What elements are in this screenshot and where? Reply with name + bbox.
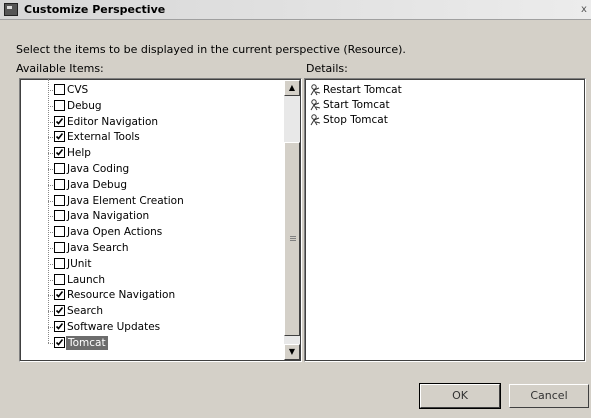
tree-connector-branch xyxy=(48,343,53,344)
tree-connector-branch xyxy=(48,232,53,233)
tree-connector-branch xyxy=(48,90,53,91)
instruction-text: Select the items to be displayed in the … xyxy=(16,43,406,56)
tree-connector-line xyxy=(48,79,49,343)
tree-item-label: JUnit xyxy=(67,258,92,270)
unchecked-checkbox[interactable] xyxy=(54,84,65,95)
tree-item-label: Editor Navigation xyxy=(67,116,159,128)
unchecked-checkbox[interactable] xyxy=(54,179,65,190)
tree-connector-branch xyxy=(48,264,53,265)
checked-checkbox[interactable] xyxy=(54,116,65,127)
tree-item-label: Tomcat xyxy=(66,336,108,350)
tree-connector-branch xyxy=(48,280,53,281)
tree-item-label: Java Debug xyxy=(67,179,128,191)
tree-connector-branch xyxy=(48,295,53,296)
checked-checkbox[interactable] xyxy=(54,337,65,348)
unchecked-checkbox[interactable] xyxy=(54,100,65,111)
unchecked-checkbox[interactable] xyxy=(54,258,65,269)
customize-perspective-dialog: Customize Perspective x Select the items… xyxy=(0,0,591,418)
unchecked-checkbox[interactable] xyxy=(54,195,65,206)
grip-line xyxy=(290,236,296,237)
tree-item-label: Java Search xyxy=(67,242,129,254)
scroll-thumb[interactable] xyxy=(284,142,300,336)
detail-item-label: Start Tomcat xyxy=(323,99,390,111)
tree-connector-branch xyxy=(48,153,53,154)
title-bar[interactable]: Customize Perspective x xyxy=(0,0,591,20)
details-list[interactable]: Restart Tomcat Start Tomcat Stop Tomcat xyxy=(304,78,586,362)
checked-checkbox[interactable] xyxy=(54,305,65,316)
detail-item-label: Restart Tomcat xyxy=(323,84,402,96)
checked-checkbox[interactable] xyxy=(54,321,65,332)
tree-item-label: Help xyxy=(67,147,91,159)
tree-connector-branch xyxy=(48,311,53,312)
tree-item-label: CVS xyxy=(67,84,89,96)
unchecked-checkbox[interactable] xyxy=(54,274,65,285)
unchecked-checkbox[interactable] xyxy=(54,242,65,253)
tree-connector-branch xyxy=(48,327,53,328)
tree-connector-branch xyxy=(48,106,53,107)
unchecked-checkbox[interactable] xyxy=(54,226,65,237)
details-label: Details: xyxy=(306,62,348,75)
close-icon[interactable]: x xyxy=(579,4,589,16)
detail-item-label: Stop Tomcat xyxy=(323,114,388,126)
tree-item-label: Debug xyxy=(67,100,102,112)
checked-checkbox[interactable] xyxy=(54,131,65,142)
scroll-up-arrow-icon[interactable]: ▲ xyxy=(284,80,300,96)
tree-item-label: Java Element Creation xyxy=(67,195,184,207)
tree-item-label: External Tools xyxy=(67,131,140,143)
window-title: Customize Perspective xyxy=(24,3,166,16)
cancel-button[interactable]: Cancel xyxy=(509,384,589,408)
checked-checkbox[interactable] xyxy=(54,289,65,300)
tomcat-action-icon xyxy=(310,114,321,126)
grip-line xyxy=(290,238,296,239)
window-icon xyxy=(4,3,18,16)
tree-item-label: Java Coding xyxy=(67,163,130,175)
tree-item-label: Search xyxy=(67,305,104,317)
tree-connector-branch xyxy=(48,137,53,138)
tomcat-action-icon xyxy=(310,99,321,111)
tree-item-label: Software Updates xyxy=(67,321,161,333)
tree-item-label: Resource Navigation xyxy=(67,289,176,301)
grip-line xyxy=(290,240,296,241)
tree-connector-branch xyxy=(48,216,53,217)
scroll-down-arrow-icon[interactable]: ▼ xyxy=(284,344,300,360)
ok-button[interactable]: OK xyxy=(419,383,501,409)
available-items-tree[interactable]: ▲ ▼ CVS Debug Editor Navigation External To… xyxy=(19,78,302,362)
tree-connector-branch xyxy=(48,122,53,123)
tree-item-label: Java Open Actions xyxy=(67,226,163,238)
tomcat-action-icon xyxy=(310,84,321,96)
available-items-label: Available Items: xyxy=(16,62,104,75)
unchecked-checkbox[interactable] xyxy=(54,210,65,221)
tree-connector-branch xyxy=(48,169,53,170)
tree-connector-branch xyxy=(48,185,53,186)
tree-item-label: Launch xyxy=(67,274,106,286)
unchecked-checkbox[interactable] xyxy=(54,163,65,174)
tree-item-label: Java Navigation xyxy=(67,210,150,222)
checked-checkbox[interactable] xyxy=(54,147,65,158)
vertical-scrollbar[interactable]: ▲ ▼ xyxy=(284,80,300,360)
tree-connector-branch xyxy=(48,248,53,249)
tree-connector-branch xyxy=(48,201,53,202)
